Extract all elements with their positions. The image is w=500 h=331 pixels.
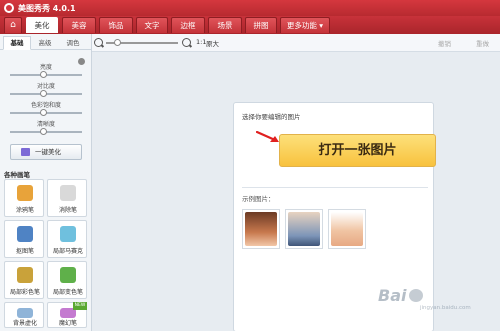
baidu-watermark: Bai <box>378 286 407 305</box>
eraser-pen-button[interactable]: 消除笔 <box>47 179 87 217</box>
doodle-pen-icon <box>17 185 33 201</box>
tab-text[interactable]: 文字 <box>136 17 168 33</box>
view-toolbar: 1:1 原大 撤销 重做 <box>92 34 500 52</box>
sample-image-3[interactable] <box>328 209 366 249</box>
tab-home[interactable]: ⌂ <box>4 17 22 33</box>
paint-brush-icon <box>17 267 33 283</box>
tab-more-features[interactable]: 更多功能 ▾ <box>280 17 330 33</box>
subtab-basic[interactable]: 基础 <box>3 36 31 50</box>
saturation-slider[interactable] <box>10 109 82 116</box>
canvas-area: 选择你要编辑的图片 打开一张图片 示例图片： <box>92 52 500 331</box>
zoom-slider-handle[interactable] <box>114 39 121 46</box>
brightness-label: 亮度 <box>39 64 52 71</box>
local-color-pen-label: 局部彩色笔 <box>9 289 40 296</box>
background-blur-button[interactable]: 背景虚化 <box>4 302 44 328</box>
tab-frame[interactable]: 边框 <box>171 17 205 33</box>
tab-accessories[interactable]: 饰品 <box>99 17 133 33</box>
contrast-label: 对比度 <box>36 83 55 90</box>
subtab-color[interactable]: 调色 <box>59 36 87 50</box>
sidebar-subtabs: 基础 高级 调色 <box>0 34 92 50</box>
local-color-pen-button[interactable]: 局部彩色笔 <box>4 261 44 299</box>
undo-button[interactable]: 撤销 <box>438 38 451 48</box>
one-click-beautify-label: 一键美化 <box>35 148 61 156</box>
local-recolor-pen-button[interactable]: 局部变色笔 <box>47 261 87 299</box>
sample-thumbnail <box>245 212 277 246</box>
magic-pen-button[interactable]: 魔幻笔 NEW <box>47 302 87 328</box>
divider <box>242 187 428 188</box>
sample-images-label: 示例图片： <box>242 195 275 203</box>
zoom-out-icon[interactable] <box>94 38 103 47</box>
zoom-in-icon[interactable] <box>182 38 191 47</box>
window-title: 美图秀秀 4.0.1 <box>18 4 76 13</box>
saturation-control: 色彩饱和度 <box>8 100 84 120</box>
local-mosaic-label: 局部马赛克 <box>52 248 83 255</box>
zoom-slider[interactable] <box>106 39 178 46</box>
sample-image-2[interactable] <box>285 209 323 249</box>
sample-thumbnail <box>331 212 363 246</box>
contrast-control: 对比度 <box>8 81 84 101</box>
cutout-pen-icon <box>17 226 33 242</box>
left-sidebar: 基础 高级 调色 亮度 对比度 色彩饱和度 清晰度 一键美化 各种画笔 涂鸦笔 … <box>0 34 92 331</box>
title-bar: 美图秀秀 4.0.1 <box>0 0 500 16</box>
saturation-label: 色彩饱和度 <box>30 102 61 109</box>
local-mosaic-button[interactable]: 局部马赛克 <box>47 220 87 258</box>
tab-beauty[interactable]: 美容 <box>62 17 96 33</box>
tab-beautify[interactable]: 美化 <box>26 17 58 33</box>
eraser-pen-label: 消除笔 <box>58 207 77 214</box>
baidu-watermark-url: jingyan.baidu.com <box>420 305 471 311</box>
doodle-pen-button[interactable]: 涂鸦笔 <box>4 179 44 217</box>
sample-image-1[interactable] <box>242 209 280 249</box>
brightness-slider[interactable] <box>10 71 82 78</box>
contrast-slider[interactable] <box>10 90 82 97</box>
magic-wand-icon <box>21 148 30 156</box>
baidu-paw-icon <box>409 289 423 302</box>
sharpness-label: 清晰度 <box>36 121 55 128</box>
local-recolor-pen-label: 局部变色笔 <box>52 289 83 296</box>
ratio-1-1-button[interactable]: 1:1 <box>196 38 206 46</box>
saturation-slider-handle[interactable] <box>40 109 47 116</box>
contrast-slider-handle[interactable] <box>40 90 47 97</box>
mosaic-icon <box>60 226 76 242</box>
new-badge: NEW <box>73 302 87 310</box>
open-image-button[interactable]: 打开一张图片 <box>279 134 436 167</box>
sharpness-slider[interactable] <box>10 128 82 135</box>
brightness-control: 亮度 <box>8 62 84 82</box>
app-logo-icon <box>4 3 14 13</box>
subtab-advanced[interactable]: 高级 <box>31 36 59 50</box>
main-tab-bar: ⌂ 美化 美容 饰品 文字 边框 场景 拼图 更多功能 ▾ <box>0 16 500 34</box>
sharpness-slider-handle[interactable] <box>40 128 47 135</box>
brightness-slider-handle[interactable] <box>40 71 47 78</box>
sharpness-control: 清晰度 <box>8 119 84 139</box>
original-size-button[interactable]: 原大 <box>206 38 219 48</box>
tab-scene[interactable]: 场景 <box>208 17 242 33</box>
select-image-hint: 选择你要编辑的图片 <box>242 113 301 121</box>
cutout-pen-button[interactable]: 抠图笔 <box>4 220 44 258</box>
sample-thumbnail <box>288 212 320 246</box>
red-arrow-annotation <box>256 131 279 142</box>
color-change-icon <box>60 267 76 283</box>
magic-pen-label: 魔幻笔 <box>58 320 77 327</box>
cutout-pen-label: 抠图笔 <box>15 248 34 255</box>
brushes-section-title: 各种画笔 <box>4 171 30 179</box>
background-blur-label: 背景虚化 <box>12 320 37 327</box>
redo-button[interactable]: 重做 <box>476 38 489 48</box>
doodle-pen-label: 涂鸦笔 <box>15 207 34 214</box>
one-click-beautify-button[interactable]: 一键美化 <box>10 144 82 160</box>
blur-icon <box>17 308 33 318</box>
tab-collage[interactable]: 拼图 <box>245 17 277 33</box>
eraser-icon <box>60 185 76 201</box>
